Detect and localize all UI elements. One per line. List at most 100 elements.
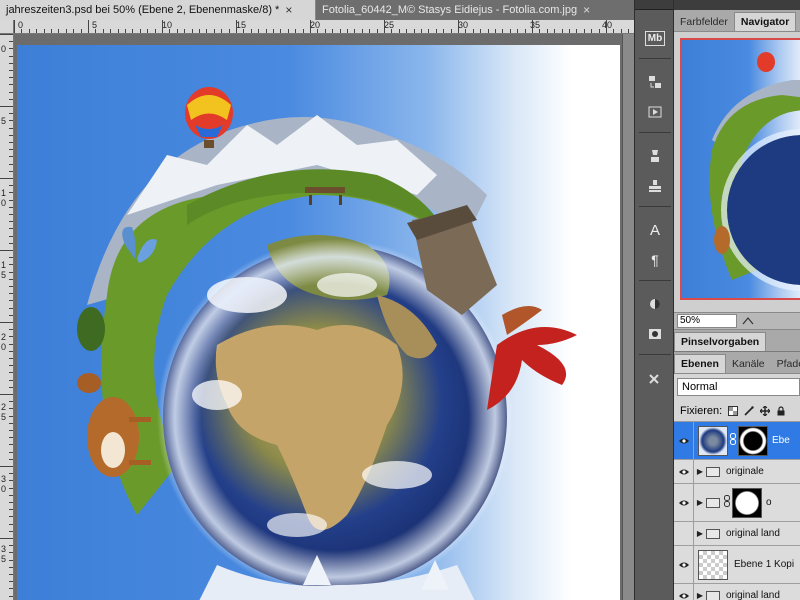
ruler-tick [9, 206, 13, 208]
layer-group-row[interactable]: ▶ original land [674, 522, 800, 546]
document-tab-jahreszeiten[interactable]: jahreszeiten3.psd bei 50% (Ebene 2, Eben… [0, 0, 316, 20]
panel-grip[interactable] [674, 0, 800, 10]
ruler-tick [9, 156, 13, 158]
ruler-tick [273, 29, 274, 33]
eye-icon[interactable] [674, 484, 694, 521]
ruler-origin[interactable] [0, 20, 14, 34]
ruler-tick [9, 401, 13, 403]
ruler-tick [9, 422, 13, 424]
expand-triangle-icon[interactable]: ▶ [694, 467, 706, 476]
eye-icon[interactable] [674, 546, 694, 583]
navigator-preview[interactable] [674, 32, 800, 312]
masks-icon[interactable] [644, 324, 666, 344]
ruler-vertical[interactable]: 0 5 1 0 1 5 2 0 2 5 3 0 3 5 [0, 34, 14, 600]
chain-link-icon[interactable] [730, 433, 736, 448]
lock-position-icon[interactable] [760, 405, 771, 416]
ruler-label: 2 5 [1, 402, 7, 422]
tab-kanaele[interactable]: Kanäle [726, 354, 771, 373]
ruler-tick [36, 29, 38, 33]
lock-image-icon[interactable] [744, 405, 754, 416]
ruler-tick [199, 29, 200, 33]
ruler-tick [0, 34, 13, 35]
folder-icon [706, 466, 720, 477]
ruler-tick [509, 29, 511, 33]
layer-mask-thumbnail[interactable] [732, 487, 762, 518]
document-tab-title: jahreszeiten3.psd bei 50% (Ebene 2, Eben… [6, 4, 280, 16]
ruler-tick [9, 120, 13, 122]
mini-bridge-icon[interactable]: Mb [644, 28, 666, 48]
navigator-view-box[interactable] [680, 38, 800, 300]
ruler-tick [9, 581, 13, 583]
visibility-toggle[interactable] [674, 522, 694, 545]
layer-thumbnail[interactable] [698, 549, 728, 580]
zoom-input[interactable]: 50% [677, 314, 737, 328]
layer-group-row[interactable]: ▶ o [674, 484, 800, 522]
ruler-horizontal[interactable]: 0 5 10 15 20 25 30 35 40 [14, 20, 634, 34]
ruler-tick [9, 379, 13, 381]
photoshop-window: jahreszeiten3.psd bei 50% (Ebene 2, Eben… [0, 0, 800, 600]
ruler-tick [221, 29, 223, 33]
ruler-tick [9, 293, 13, 295]
ruler-tick [391, 29, 393, 33]
lock-all-icon[interactable] [776, 405, 786, 416]
layer-row[interactable]: Ebene 1 Kopi [674, 546, 800, 584]
tab-pfade[interactable]: Pfade [771, 354, 800, 373]
ruler-tick [110, 29, 112, 33]
expand-triangle-icon[interactable]: ▶ [694, 498, 706, 507]
ruler-tick [9, 307, 13, 309]
tab-navigator[interactable]: Navigator [733, 12, 797, 31]
close-icon[interactable]: × [285, 3, 292, 17]
actions-icon[interactable] [644, 102, 666, 122]
eye-icon[interactable] [674, 584, 694, 600]
ruler-tick [9, 300, 13, 302]
eye-icon[interactable] [674, 422, 694, 459]
layer-group-row[interactable]: ▶ originale [674, 460, 800, 484]
ruler-tick [9, 516, 13, 518]
ruler-tick [9, 84, 13, 86]
zoom-out-icon[interactable] [741, 316, 755, 326]
tools-icon[interactable] [644, 368, 666, 388]
ruler-tick [95, 29, 97, 33]
mini-bridge-label: Mb [644, 30, 666, 46]
ruler-tick [9, 228, 13, 230]
blend-mode-select[interactable]: Normal [677, 378, 800, 396]
folder-icon [706, 590, 720, 600]
ruler-tick [28, 29, 30, 33]
character-icon[interactable]: A [644, 220, 666, 240]
expand-triangle-icon[interactable]: ▶ [694, 529, 706, 538]
layer-row[interactable]: Ebe [674, 422, 800, 460]
ruler-tick [58, 29, 60, 33]
eye-icon[interactable] [674, 460, 694, 483]
tab-ebenen[interactable]: Ebenen [674, 354, 726, 373]
clone-source-icon[interactable] [644, 176, 666, 196]
ruler-tick [9, 358, 13, 359]
adjustments-icon[interactable] [644, 294, 666, 314]
tab-pinselvorgaben[interactable]: Pinselvorgaben [674, 332, 767, 351]
blend-mode-row: Normal [674, 374, 800, 400]
expand-triangle-icon[interactable]: ▶ [694, 591, 706, 600]
ruler-tick [9, 192, 13, 194]
layer-thumbnail[interactable] [698, 425, 728, 456]
layer-mask-thumbnail[interactable] [738, 425, 768, 456]
layer-group-row[interactable]: ▶ original land [674, 584, 800, 600]
chain-link-icon[interactable] [724, 495, 730, 510]
ruler-tick [139, 29, 141, 33]
history-icon[interactable] [644, 72, 666, 92]
tool-presets-icon[interactable] [644, 146, 666, 166]
ruler-tick [0, 106, 13, 107]
paragraph-icon[interactable]: ¶ [644, 250, 666, 270]
ruler-tick [487, 29, 489, 33]
tab-farbfelder[interactable]: Farbfelder [674, 12, 734, 31]
ruler-tick [9, 113, 13, 115]
ruler-tick [184, 29, 186, 33]
dock-grip[interactable] [635, 0, 673, 10]
lock-transparent-icon[interactable] [728, 405, 739, 416]
vertical-scrollbar[interactable] [622, 34, 634, 600]
ruler-tick [569, 29, 570, 33]
ruler-tick [354, 29, 356, 33]
close-icon[interactable]: × [583, 3, 590, 17]
ruler-tick [21, 29, 23, 33]
document-canvas[interactable] [17, 45, 620, 600]
canvas-area[interactable] [14, 34, 622, 600]
document-tab-fotolia[interactable]: Fotolia_60442_M© Stasys Eidiejus - Fotol… [316, 0, 634, 20]
